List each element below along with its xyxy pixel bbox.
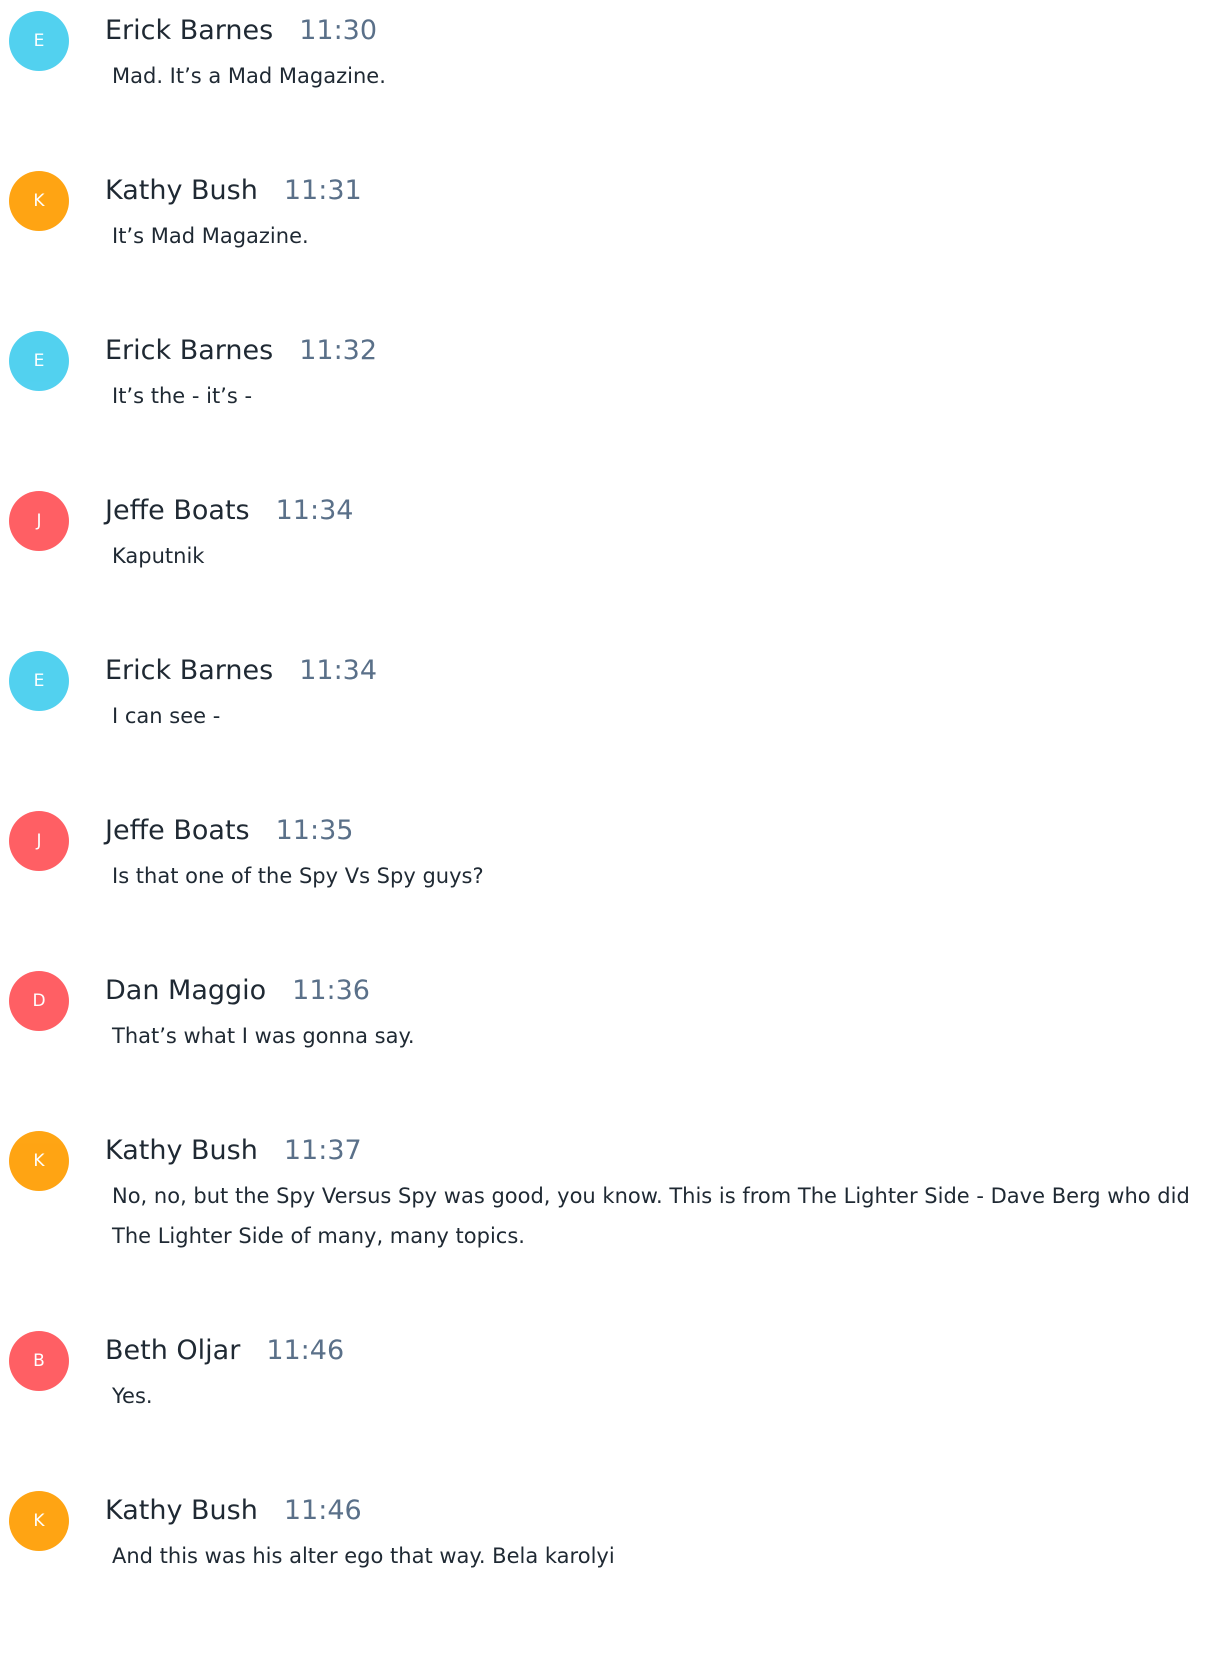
avatar: K: [9, 1131, 69, 1191]
message-header: Beth Oljar 11:46: [105, 1334, 344, 1368]
message-text: Yes.: [112, 1384, 153, 1408]
timestamp[interactable]: 11:36: [292, 975, 370, 1006]
message-text: No, no, but the Spy Versus Spy was good,…: [112, 1184, 1190, 1248]
timestamp[interactable]: 11:34: [276, 495, 354, 526]
avatar: E: [9, 11, 69, 71]
avatar: E: [9, 651, 69, 711]
message-header: Kathy Bush 11:31: [105, 174, 362, 208]
message-text: Mad. It’s a Mad Magazine.: [112, 64, 386, 88]
timestamp[interactable]: 11:32: [299, 335, 377, 366]
message-text: And this was his alter ego that way. Bel…: [112, 1544, 615, 1568]
speaker-name: Dan Maggio: [105, 975, 267, 1006]
message-text: That’s what I was gonna say.: [112, 1024, 415, 1048]
avatar: B: [9, 1331, 69, 1391]
timestamp[interactable]: 11:34: [299, 655, 377, 686]
message-header: Jeffe Boats 11:35: [105, 814, 353, 848]
message-text: It’s Mad Magazine.: [112, 224, 309, 248]
message-header: Erick Barnes 11:34: [105, 654, 377, 688]
speaker-name: Erick Barnes: [105, 15, 274, 46]
message-header: Dan Maggio 11:36: [105, 974, 370, 1008]
message-text: Kaputnik: [112, 544, 205, 568]
message-header: Erick Barnes 11:32: [105, 334, 377, 368]
avatar: E: [9, 331, 69, 391]
message-header: Kathy Bush 11:37: [105, 1134, 362, 1168]
avatar: J: [9, 491, 69, 551]
speaker-name: Kathy Bush: [105, 1495, 258, 1526]
timestamp[interactable]: 11:30: [299, 15, 377, 46]
avatar: J: [9, 811, 69, 871]
timestamp[interactable]: 11:46: [266, 1335, 344, 1366]
timestamp[interactable]: 11:35: [276, 815, 354, 846]
avatar: K: [9, 171, 69, 231]
avatar: K: [9, 1491, 69, 1551]
message-header: Jeffe Boats 11:34: [105, 494, 353, 528]
message-header: Kathy Bush 11:46: [105, 1494, 362, 1528]
speaker-name: Erick Barnes: [105, 335, 274, 366]
speaker-name: Beth Oljar: [105, 1335, 241, 1366]
speaker-name: Erick Barnes: [105, 655, 274, 686]
timestamp[interactable]: 11:37: [284, 1135, 362, 1166]
message-text: I can see -: [112, 704, 221, 728]
message-text: It’s the - it’s -: [112, 384, 253, 408]
speaker-name: Jeffe Boats: [105, 495, 250, 526]
timestamp[interactable]: 11:31: [284, 175, 362, 206]
speaker-name: Kathy Bush: [105, 1135, 258, 1166]
avatar: D: [9, 971, 69, 1031]
message-header: Erick Barnes 11:30: [105, 14, 377, 48]
speaker-name: Kathy Bush: [105, 175, 258, 206]
speaker-name: Jeffe Boats: [105, 815, 250, 846]
timestamp[interactable]: 11:46: [284, 1495, 362, 1526]
message-text: Is that one of the Spy Vs Spy guys?: [112, 864, 484, 888]
